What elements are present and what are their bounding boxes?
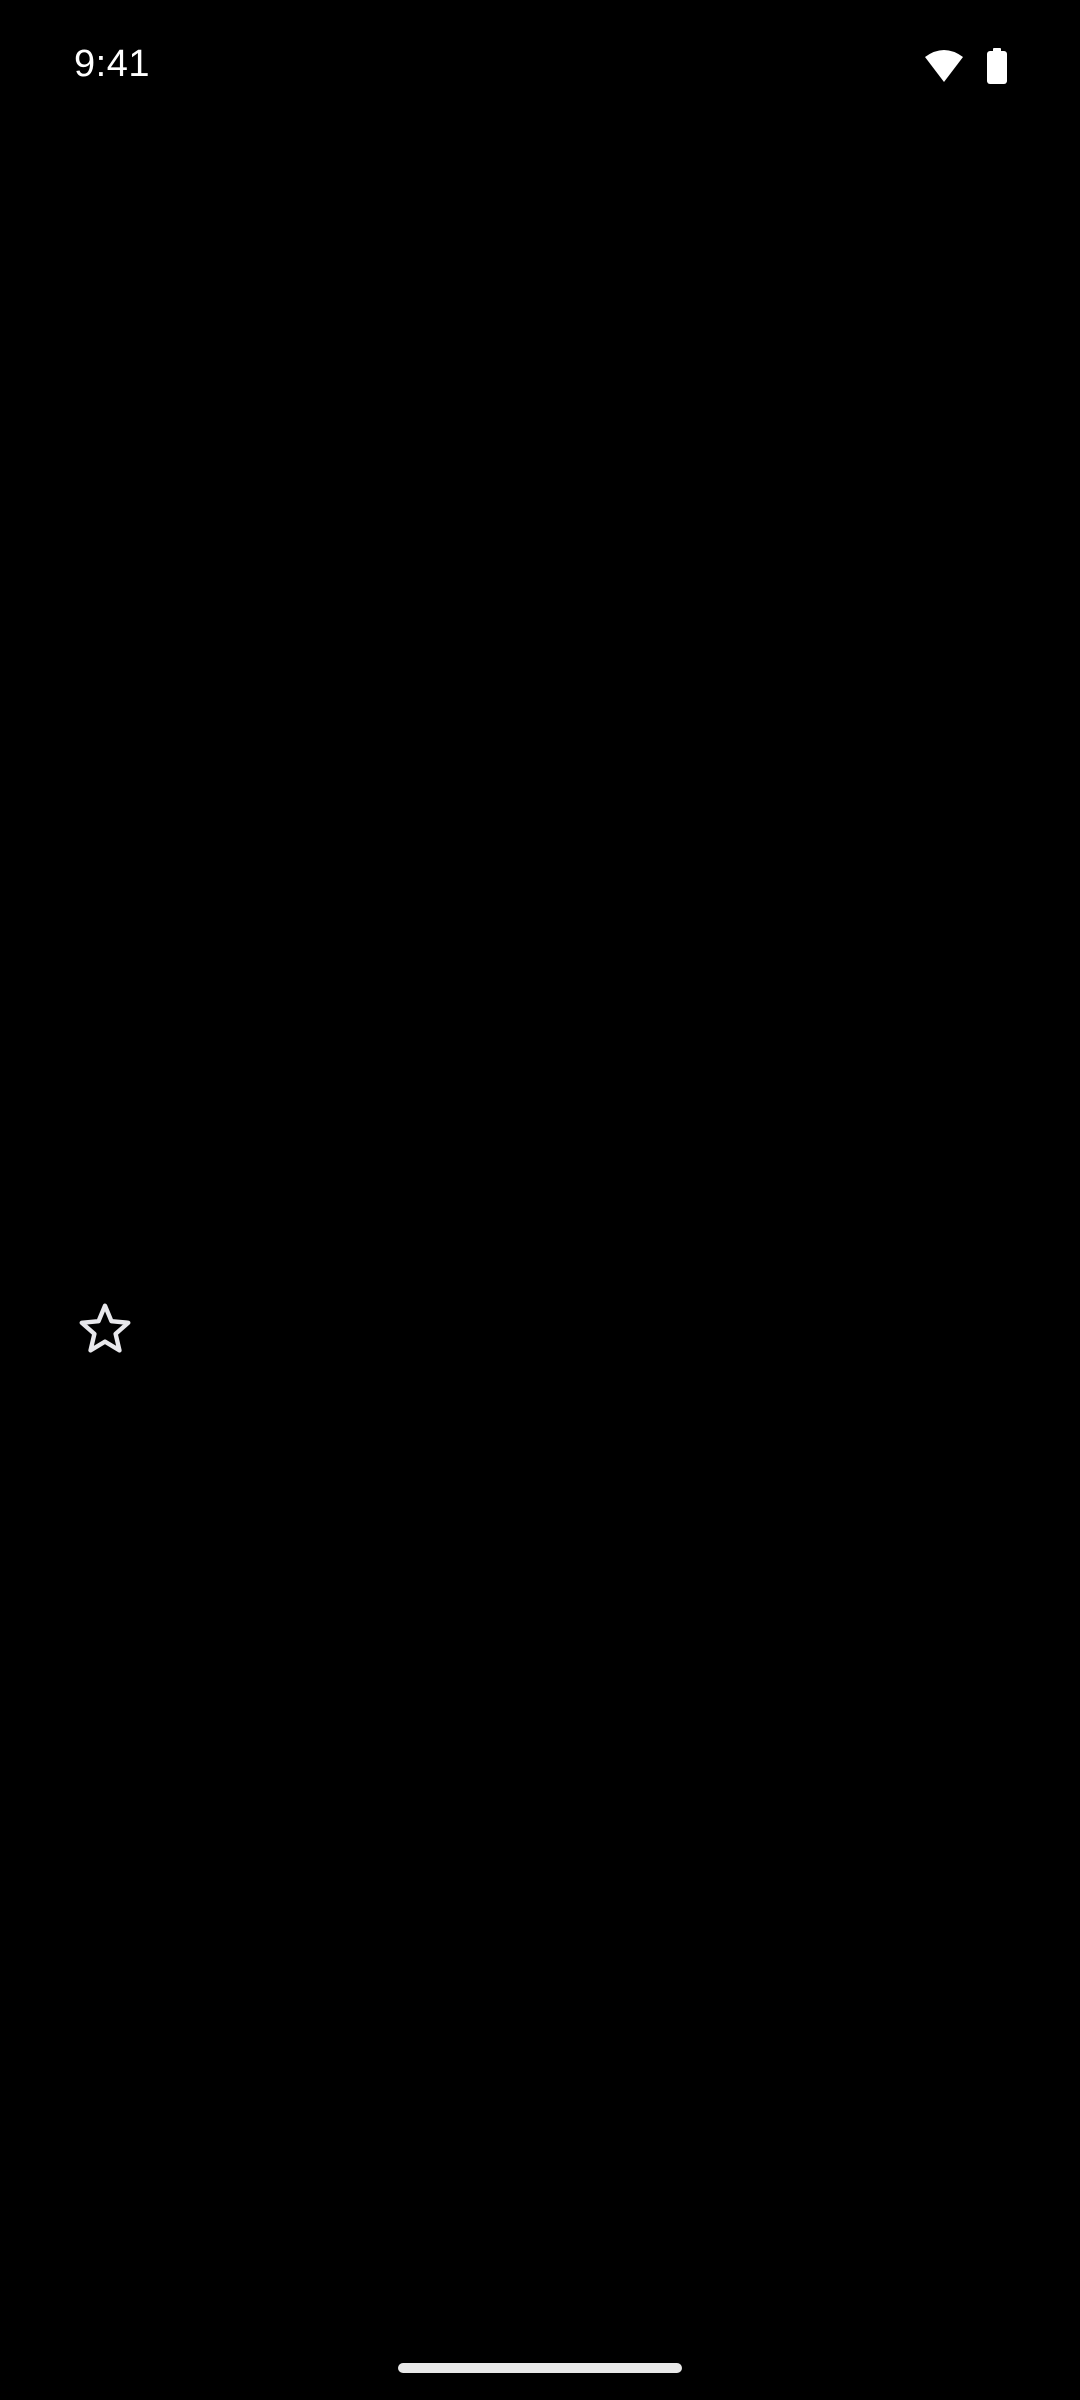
gesture-bar[interactable]: [398, 2363, 682, 2373]
star-outline-icon: [79, 1303, 131, 1353]
status-bar: 9:41: [0, 0, 1080, 132]
wifi-icon: [925, 50, 963, 82]
status-time: 9:41: [74, 43, 150, 85]
status-icons: [924, 46, 1008, 86]
main-content: [0, 132, 1080, 2312]
favorite-button[interactable]: [70, 1295, 140, 1365]
battery-icon: [987, 48, 1007, 84]
